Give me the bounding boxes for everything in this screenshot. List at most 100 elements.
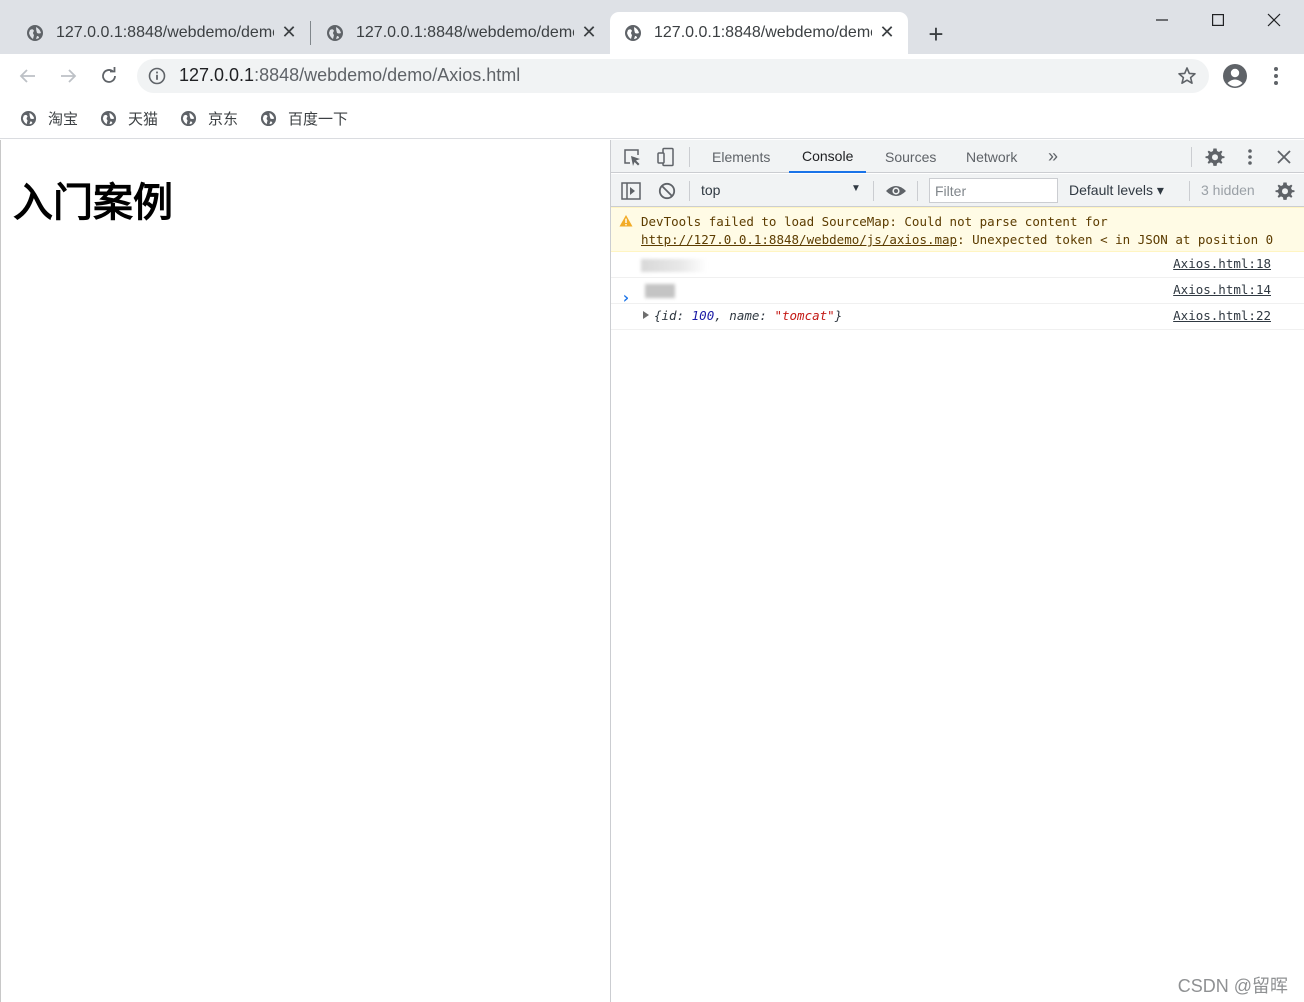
console-warning: DevTools failed to load SourceMap: Could… xyxy=(611,207,1304,252)
globe-icon xyxy=(180,110,197,126)
tab-strip: 127.0.0.1:8848/webdemo/demo/Axios.html ✕… xyxy=(0,0,1304,54)
inspect-icon xyxy=(624,149,640,166)
close-tab-icon[interactable]: ✕ xyxy=(578,21,600,43)
globe-icon xyxy=(27,25,43,41)
watermark: CSDN @留晖 xyxy=(1177,976,1288,996)
object-number-value: 100 xyxy=(691,308,715,323)
more-tabs-button[interactable]: » xyxy=(1048,140,1058,173)
source-link[interactable]: Axios.html:22 xyxy=(1173,308,1271,323)
console-toolbar: top ▼ Default levels ▾ 3 hidden xyxy=(611,174,1304,207)
object-brace: } xyxy=(834,308,843,323)
toolbar-divider xyxy=(689,147,690,167)
arrow-left-icon xyxy=(19,69,35,83)
browser-menu-button[interactable] xyxy=(1264,64,1288,88)
console-output: DevTools failed to load SourceMap: Could… xyxy=(611,207,1304,1002)
source-link[interactable]: Axios.html:18 xyxy=(1173,256,1271,271)
devtools-tab-console[interactable]: Console xyxy=(789,140,867,173)
show-sidebar-button[interactable] xyxy=(620,180,642,202)
hidden-messages-count: 3 hidden xyxy=(1201,182,1255,198)
devtools-panel: Elements Console Sources Network » top ▼ xyxy=(610,140,1304,1002)
devtools-menu-button[interactable] xyxy=(1239,146,1261,168)
dropdown-triangle-icon[interactable]: ▼ xyxy=(851,183,861,194)
console-prompt[interactable]: › xyxy=(621,288,631,307)
new-tab-button[interactable]: + xyxy=(922,19,950,49)
sourcemap-link[interactable]: http://127.0.0.1:8848/webdemo/js/axios.m… xyxy=(641,232,957,247)
arrow-right-icon xyxy=(61,69,77,83)
object-brace: { xyxy=(654,308,662,323)
maximize-button[interactable] xyxy=(1190,0,1246,40)
browser-tab[interactable]: 127.0.0.1:8848/webdemo/demo/Axios.html ✕ xyxy=(0,12,310,54)
close-tab-icon[interactable]: ✕ xyxy=(278,21,300,43)
clear-console-button[interactable] xyxy=(656,180,678,202)
toolbar-divider xyxy=(873,181,874,201)
devtools-settings-button[interactable] xyxy=(1204,146,1226,168)
minimize-button[interactable] xyxy=(1134,0,1190,40)
filter-input[interactable] xyxy=(930,179,1057,202)
toolbar-divider xyxy=(917,181,918,201)
source-link[interactable]: Axios.html:14 xyxy=(1173,282,1271,297)
toolbar-divider xyxy=(689,181,690,201)
redacted-log-text xyxy=(641,259,707,272)
close-tab-icon[interactable]: ✕ xyxy=(876,21,898,43)
object-key: name xyxy=(729,308,760,323)
browser-tab-active[interactable]: 127.0.0.1:8848/webdemo/demo/Axios.html ✕ xyxy=(610,12,908,54)
bookmark-item[interactable]: 京东 xyxy=(180,107,238,129)
console-message: {id: 100, name: "tomcat"} Axios.html:22 xyxy=(611,304,1304,330)
reload-button[interactable] xyxy=(93,60,125,92)
device-toolbar-button[interactable] xyxy=(655,146,677,168)
warning-icon xyxy=(619,215,633,227)
back-button[interactable] xyxy=(12,60,44,92)
redacted-log-text xyxy=(645,284,675,298)
more-vertical-icon xyxy=(1274,67,1278,85)
bookmark-star-icon[interactable] xyxy=(1177,66,1197,86)
live-expression-button[interactable] xyxy=(885,180,907,202)
object-preview[interactable]: {id: 100, name: "tomcat"} xyxy=(643,308,842,323)
info-icon[interactable] xyxy=(148,67,166,85)
expand-triangle-icon[interactable] xyxy=(643,311,649,319)
object-separator: , xyxy=(714,308,730,323)
address-bar[interactable]: 127.0.0.1:8848/webdemo/demo/Axios.html xyxy=(137,59,1209,93)
log-levels-dropdown[interactable]: Default levels ▾ xyxy=(1069,182,1164,199)
inspect-element-button[interactable] xyxy=(621,146,643,168)
close-devtools-button[interactable] xyxy=(1273,146,1295,168)
url-text[interactable]: 127.0.0.1:8848/webdemo/demo/Axios.html xyxy=(179,65,520,86)
warning-prefix: DevTools failed to load SourceMap: Could… xyxy=(641,214,1116,229)
device-toggle-icon xyxy=(657,147,674,167)
close-window-button[interactable] xyxy=(1246,0,1302,40)
globe-icon xyxy=(625,25,641,41)
more-vertical-icon xyxy=(1248,149,1252,165)
bookmark-label: 淘宝 xyxy=(48,110,79,128)
console-message: Axios.html:14 xyxy=(611,278,1304,304)
filter-field[interactable] xyxy=(929,178,1058,203)
globe-icon xyxy=(260,110,277,126)
devtools-tab-network[interactable]: Network xyxy=(966,140,1017,173)
execution-context-select[interactable]: top xyxy=(701,182,720,198)
forward-button[interactable] xyxy=(52,60,84,92)
maximize-icon xyxy=(1212,14,1224,26)
devtools-tab-sources[interactable]: Sources xyxy=(885,140,936,173)
block-icon xyxy=(658,182,676,200)
tab-title: 127.0.0.1:8848/webdemo/demo/Axios.html xyxy=(356,24,574,41)
devtools-tab-elements[interactable]: Elements xyxy=(712,140,770,173)
bookmark-item[interactable]: 天猫 xyxy=(100,107,158,129)
page-viewport: 入门案例 xyxy=(0,140,610,1002)
url-host: 127.0.0.1 xyxy=(179,65,255,85)
profile-avatar-icon[interactable] xyxy=(1222,63,1248,89)
bookmark-item[interactable]: 百度一下 xyxy=(260,107,348,129)
console-settings-button[interactable] xyxy=(1274,180,1296,202)
warning-text: DevTools failed to load SourceMap: Could… xyxy=(641,213,1281,249)
bookmark-item[interactable]: 淘宝 xyxy=(20,107,78,129)
gear-icon xyxy=(1205,148,1225,166)
toolbar-divider xyxy=(1191,147,1192,167)
eye-icon xyxy=(886,186,906,196)
url-path: :8848/webdemo/demo/Axios.html xyxy=(254,65,521,85)
gear-icon xyxy=(1275,182,1295,200)
close-icon xyxy=(1277,150,1291,164)
browser-tab[interactable]: 127.0.0.1:8848/webdemo/demo/Axios.html ✕ xyxy=(300,12,610,54)
globe-icon xyxy=(20,110,37,126)
sidebar-toggle-icon xyxy=(621,182,641,200)
devtools-tab-bar: Elements Console Sources Network » xyxy=(611,140,1304,173)
globe-icon xyxy=(327,25,343,41)
bookmark-label: 天猫 xyxy=(128,110,159,128)
close-icon xyxy=(1267,13,1281,27)
